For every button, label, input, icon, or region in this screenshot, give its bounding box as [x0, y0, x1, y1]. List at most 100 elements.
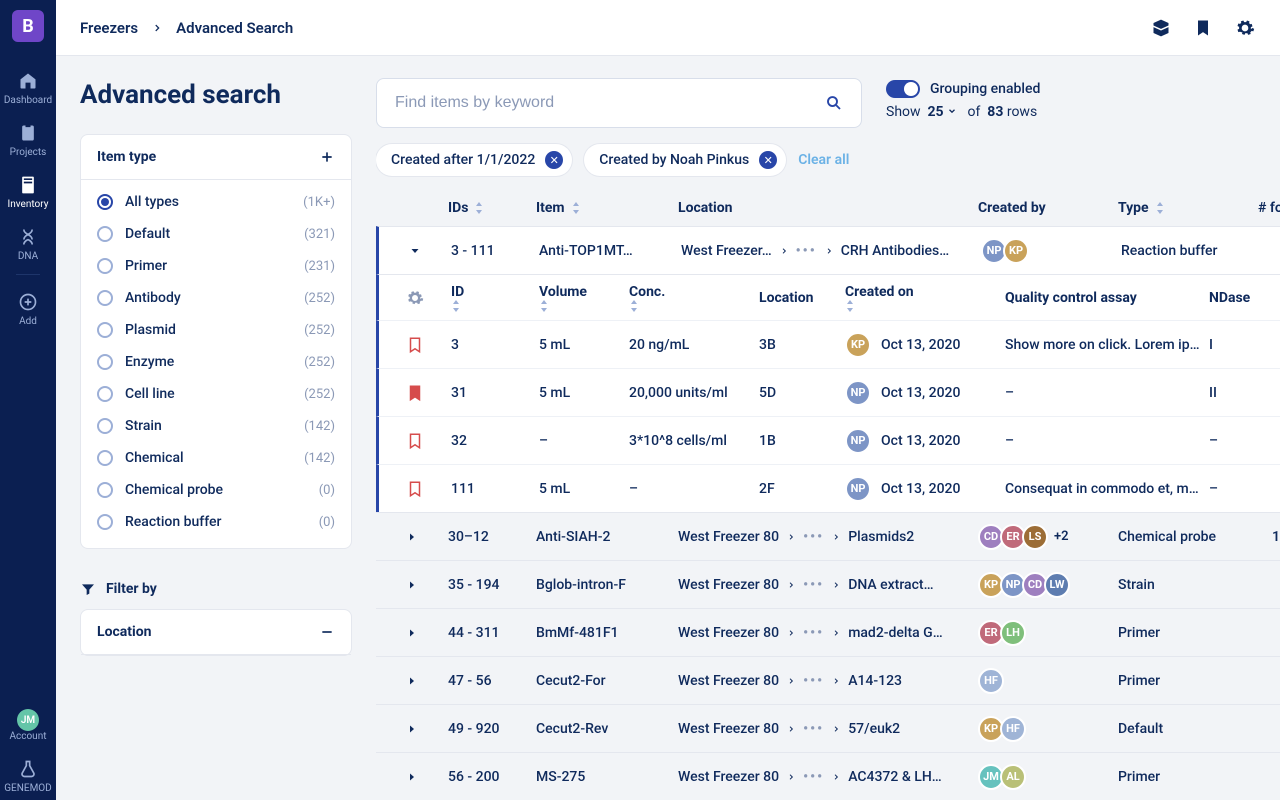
location-path[interactable]: West Freezer… ••• CRH Antibodies… — [681, 243, 973, 259]
user-avatar: JM — [17, 709, 39, 731]
table-group-row[interactable]: 35 - 194 Bglob-intron-F West Freezer 80 … — [376, 560, 1280, 608]
plus-circle-icon — [17, 291, 39, 313]
clear-all-link[interactable]: Clear all — [798, 152, 849, 168]
item-type-option[interactable]: Strain (142) — [81, 410, 351, 442]
collapse-icon[interactable] — [319, 624, 335, 640]
table-row[interactable]: 31 5 mL 20,000 units/ml 5D NPOct 13, 202… — [376, 368, 1280, 416]
grouping-toggle[interactable] — [886, 80, 920, 98]
option-label: Cell line — [125, 386, 304, 402]
radio-icon — [97, 450, 113, 466]
sub-header-row: ID Volume Conc. Location Created on Qual… — [376, 274, 1280, 320]
expand-caret-icon[interactable] — [403, 675, 421, 687]
app-logo[interactable]: B — [12, 10, 44, 42]
user-avatar: LS — [1022, 524, 1048, 550]
search-input[interactable] — [395, 94, 825, 112]
item-type-option[interactable]: Chemical (142) — [81, 442, 351, 474]
ellipsis-icon: ••• — [803, 673, 824, 689]
option-count: (142) — [304, 451, 335, 466]
item-type-panel: Item type All types (1K+) Default (321) … — [80, 134, 352, 549]
sort-id[interactable]: ID — [451, 284, 531, 312]
page-size-select[interactable]: 25 — [927, 104, 943, 120]
bookmark-icon[interactable] — [1193, 18, 1213, 38]
inventory-icon — [17, 174, 39, 196]
sort-volume[interactable]: Volume — [539, 284, 621, 312]
location-path[interactable]: West Freezer 80 ••• AC4372 & LH… — [678, 769, 970, 785]
radio-icon — [97, 322, 113, 338]
filter-chip[interactable]: Created by Noah Pinkus ✕ — [584, 144, 786, 176]
rail-dashboard[interactable]: Dashboard — [0, 60, 56, 112]
chevron-right-icon — [832, 773, 840, 781]
option-count: (231) — [304, 259, 335, 274]
sort-ids[interactable]: IDs — [448, 200, 484, 216]
table-row[interactable]: 111 5 mL – 2F NPOct 13, 2020 Consequat i… — [376, 464, 1280, 512]
gear-icon[interactable] — [406, 289, 424, 307]
item-type-option[interactable]: Primer (231) — [81, 250, 351, 282]
table-row[interactable]: 3 5 mL 20 ng/mL 3B KPOct 13, 2020 Show m… — [376, 320, 1280, 368]
chevron-down-icon[interactable] — [947, 106, 957, 116]
radio-icon — [97, 418, 113, 434]
table-group-row[interactable]: 44 - 311 BmMf-481F1 West Freezer 80 ••• … — [376, 608, 1280, 656]
item-type-option[interactable]: Enzyme (252) — [81, 346, 351, 378]
location-path[interactable]: West Freezer 80 ••• DNA extract… — [678, 577, 970, 593]
table-row[interactable]: 32 – 3*10^8 cells/ml 1B NPOct 13, 2020 –… — [376, 416, 1280, 464]
expand-caret-icon[interactable] — [403, 579, 421, 591]
table-group-row[interactable]: 56 - 200 MS-275 West Freezer 80 ••• AC43… — [376, 752, 1280, 800]
item-type-option[interactable]: Antibody (252) — [81, 282, 351, 314]
option-label: Chemical probe — [125, 482, 319, 498]
table-group-row[interactable]: 47 - 56 Cecut2-For West Freezer 80 ••• A… — [376, 656, 1280, 704]
bookmark-icon[interactable] — [406, 430, 424, 452]
expand-caret-icon[interactable] — [403, 723, 421, 735]
sort-type[interactable]: Type — [1118, 200, 1165, 216]
breadcrumb-root[interactable]: Freezers — [80, 19, 138, 37]
expand-caret-icon[interactable] — [403, 531, 421, 543]
item-type-option[interactable]: All types (1K+) — [81, 186, 351, 218]
location-path[interactable]: West Freezer 80 ••• 57/euk2 — [678, 721, 970, 737]
search-icon[interactable] — [825, 94, 843, 112]
expand-caret-icon[interactable] — [403, 771, 421, 783]
user-avatar: KP — [1003, 238, 1029, 264]
rail-brand[interactable]: GENEMOD — [0, 748, 56, 800]
rail-projects[interactable]: Projects — [0, 112, 56, 164]
sort-conc[interactable]: Conc. — [629, 284, 751, 312]
bookmark-icon[interactable] — [406, 334, 424, 356]
filter-icon — [80, 581, 96, 597]
user-avatar: KP — [845, 332, 871, 358]
item-type-option[interactable]: Plasmid (252) — [81, 314, 351, 346]
expand-caret-icon[interactable] — [403, 627, 421, 639]
search-input-wrap[interactable] — [376, 78, 862, 128]
sort-item[interactable]: Item — [536, 200, 581, 216]
location-path[interactable]: West Freezer 80 ••• A14-123 — [678, 673, 970, 689]
sort-created-on[interactable]: Created on — [845, 284, 997, 312]
location-path[interactable]: West Freezer 80 ••• mad2-delta G… — [678, 625, 970, 641]
rail-add[interactable]: Add — [0, 281, 56, 333]
chevron-right-icon — [832, 533, 840, 541]
facet-column: Advanced search Item type All types (1K+… — [56, 56, 376, 800]
expand-caret-icon[interactable] — [406, 245, 424, 257]
rail-inventory[interactable]: Inventory — [0, 164, 56, 216]
item-type-option[interactable]: Cell line (252) — [81, 378, 351, 410]
rail-dna[interactable]: DNA — [0, 216, 56, 268]
filter-chip[interactable]: Created after 1/1/2022 ✕ — [376, 144, 572, 176]
ellipsis-icon: ••• — [803, 625, 824, 641]
gear-icon[interactable] — [1235, 18, 1255, 38]
bookmark-icon[interactable] — [406, 382, 424, 404]
package-icon[interactable] — [1151, 18, 1171, 38]
avatar-stack: HF — [978, 668, 1110, 694]
chip-remove-icon[interactable]: ✕ — [759, 151, 777, 169]
rail-account[interactable]: JM Account — [0, 699, 56, 748]
table-group-row[interactable]: 49 - 920 Cecut2-Rev West Freezer 80 ••• … — [376, 704, 1280, 752]
add-filter-icon[interactable] — [319, 149, 335, 165]
location-path[interactable]: West Freezer 80 ••• Plasmids2 — [678, 529, 970, 545]
dna-icon — [17, 226, 39, 248]
bookmark-icon[interactable] — [406, 478, 424, 500]
radio-icon — [97, 226, 113, 242]
option-count: (252) — [304, 355, 335, 370]
item-type-option[interactable]: Default (321) — [81, 218, 351, 250]
item-type-option[interactable]: Chemical probe (0) — [81, 474, 351, 506]
user-avatar: LH — [1000, 620, 1026, 646]
table-group-row[interactable]: 3 - 111 Anti-TOP1MT… West Freezer… ••• C… — [376, 226, 1280, 274]
item-type-option[interactable]: Reaction buffer (0) — [81, 506, 351, 538]
table-group-row[interactable]: 30–12 Anti-SIAH-2 West Freezer 80 ••• Pl… — [376, 512, 1280, 560]
user-avatar: LW — [1044, 572, 1070, 598]
chip-remove-icon[interactable]: ✕ — [545, 151, 563, 169]
